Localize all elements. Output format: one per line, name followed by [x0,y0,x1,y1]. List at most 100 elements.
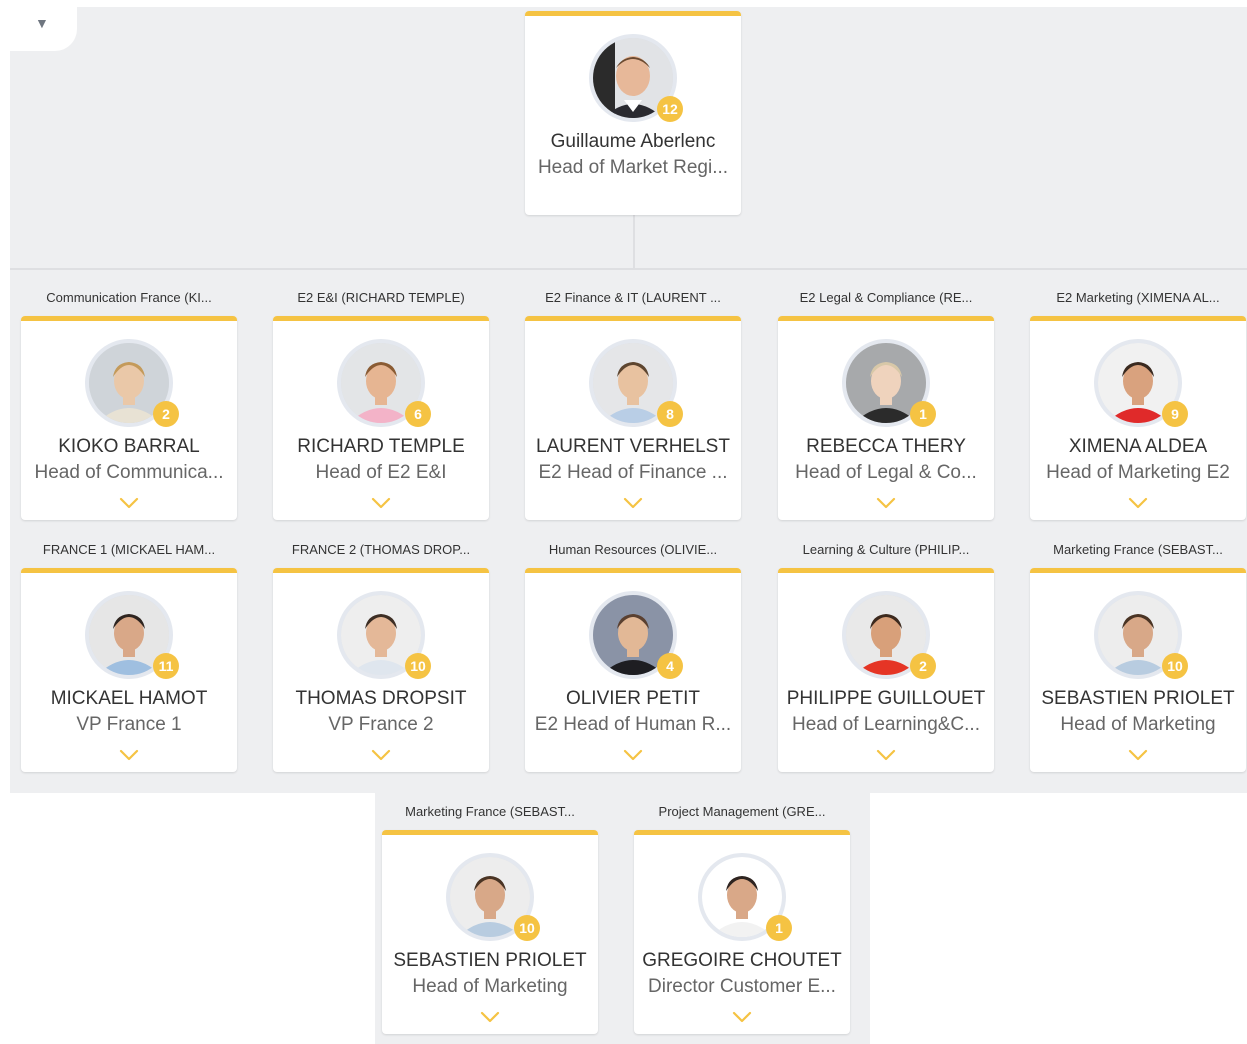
department-label: Communication France (KI... [46,290,212,305]
hierarchy-connector-vertical [633,215,635,269]
person-title: Head of Marketing [412,976,568,997]
person-name: OLIVIER PETIT [565,688,701,709]
department-label: Human Resources (OLIVIE... [548,542,718,557]
direct-reports-count-badge: 4 [657,653,683,679]
person-card[interactable]: 10 SEBASTIEN PRIOLET Head of Marketing [382,830,598,1034]
chevron-down-icon[interactable] [1128,748,1148,762]
triangle-down-icon: ▼ [35,15,49,31]
person-name: SEBASTIEN PRIOLET [393,950,587,971]
person-title: VP France 1 [76,714,182,735]
person-title: Head of Marketing E2 [1046,462,1230,483]
card-accent-bar [634,830,850,835]
person-card[interactable]: 9 XIMENA ALDEA Head of Marketing E2 [1030,316,1246,520]
person-title: Head of Learning&C... [791,714,980,735]
card-accent-bar [21,316,237,321]
chevron-down-icon[interactable] [480,1010,500,1024]
direct-reports-count-badge: 10 [1162,653,1188,679]
direct-reports-count-badge: 2 [153,401,179,427]
person-card[interactable]: 8 LAURENT VERHELST E2 Head of Finance ... [525,316,741,520]
department-label: Marketing France (SEBAST... [405,804,575,819]
chevron-down-icon[interactable] [732,1010,752,1024]
avatar[interactable]: 6 [337,339,431,427]
department-label: E2 Finance & IT (LAURENT ... [545,290,721,305]
card-accent-bar [1030,316,1246,321]
direct-reports-count-badge: 8 [657,401,683,427]
hierarchy-connector-horizontal [10,268,1247,270]
person-name: GREGOIRE CHOUTET [642,950,842,971]
person-card[interactable]: 10 SEBASTIEN PRIOLET Head of Marketing [1030,568,1246,772]
card-accent-bar [778,316,994,321]
person-card[interactable]: 1 GREGOIRE CHOUTET Director Customer E... [634,830,850,1034]
direct-reports-count-badge: 10 [405,653,431,679]
person-title: E2 Head of Finance ... [538,462,728,483]
card-accent-bar [382,830,598,835]
person-name: REBECCA THERY [806,436,966,457]
person-name: PHILIPPE GUILLOUET [786,688,986,709]
root-person-card[interactable]: 12 Guillaume Aberlenc Head of Market Reg… [525,11,741,215]
department-label: E2 Legal & Compliance (RE... [799,290,973,305]
person-card[interactable]: 10 THOMAS DROPSIT VP France 2 [273,568,489,772]
chevron-down-icon[interactable] [119,496,139,510]
chevron-down-icon[interactable] [876,496,896,510]
card-accent-bar [525,568,741,573]
card-accent-bar [273,316,489,321]
card-accent-bar [525,11,741,16]
person-name: Guillaume Aberlenc [550,131,716,152]
person-title: Head of Legal & Co... [795,462,977,483]
direct-reports-count-badge: 1 [766,915,792,941]
person-title: Head of Communica... [34,462,224,483]
chevron-down-icon[interactable] [623,496,643,510]
person-card[interactable]: 1 REBECCA THERY Head of Legal & Co... [778,316,994,520]
card-accent-bar [778,568,994,573]
department-label: Project Management (GRE... [658,804,826,819]
direct-reports-count-badge: 12 [657,96,683,122]
avatar[interactable]: 9 [1094,339,1188,427]
chevron-down-icon[interactable] [1128,496,1148,510]
person-card[interactable]: 11 MICKAEL HAMOT VP France 1 [21,568,237,772]
avatar[interactable]: 11 [85,591,179,679]
chevron-down-icon[interactable] [876,748,896,762]
direct-reports-count-badge: 1 [910,401,936,427]
avatar[interactable]: 2 [85,339,179,427]
avatar[interactable]: 2 [842,591,936,679]
chevron-down-icon[interactable] [371,496,391,510]
person-title: VP France 2 [328,714,434,735]
person-card[interactable]: 2 KIOKO BARRAL Head of Communica... [21,316,237,520]
avatar[interactable]: 4 [589,591,683,679]
direct-reports-count-badge: 6 [405,401,431,427]
person-card[interactable]: 2 PHILIPPE GUILLOUET Head of Learning&C... [778,568,994,772]
avatar[interactable]: 10 [446,853,540,941]
department-label: FRANCE 2 (THOMAS DROP... [291,542,471,557]
person-name: SEBASTIEN PRIOLET [1041,688,1235,709]
card-accent-bar [21,568,237,573]
person-name: KIOKO BARRAL [58,436,200,457]
department-label: FRANCE 1 (MICKAEL HAM... [42,542,216,557]
avatar[interactable]: 8 [589,339,683,427]
chevron-down-icon[interactable] [119,748,139,762]
chevron-down-icon[interactable] [371,748,391,762]
department-label: Learning & Culture (PHILIP... [802,542,970,557]
direct-reports-count-badge: 2 [910,653,936,679]
department-label: Marketing France (SEBAST... [1053,542,1223,557]
avatar[interactable]: 1 [698,853,792,941]
card-accent-bar [1030,568,1246,573]
avatar[interactable]: 12 [589,34,683,122]
department-label: E2 E&I (RICHARD TEMPLE) [297,290,465,305]
card-accent-bar [273,568,489,573]
chevron-down-icon[interactable] [623,748,643,762]
direct-reports-count-badge: 11 [153,653,179,679]
person-title: E2 Head of Human R... [534,714,732,735]
person-name: LAURENT VERHELST [536,436,730,457]
department-label: E2 Marketing (XIMENA AL... [1056,290,1220,305]
person-title: Head of Market Regi... [537,157,729,178]
person-name: XIMENA ALDEA [1068,436,1208,457]
avatar[interactable]: 10 [1094,591,1188,679]
person-card[interactable]: 4 OLIVIER PETIT E2 Head of Human R... [525,568,741,772]
person-title: Head of E2 E&I [315,462,447,483]
person-card[interactable]: 6 RICHARD TEMPLE Head of E2 E&I [273,316,489,520]
avatar[interactable]: 1 [842,339,936,427]
direct-reports-count-badge: 10 [514,915,540,941]
collapse-toggle-button[interactable]: ▼ [10,7,77,51]
direct-reports-count-badge: 9 [1162,401,1188,427]
avatar[interactable]: 10 [337,591,431,679]
